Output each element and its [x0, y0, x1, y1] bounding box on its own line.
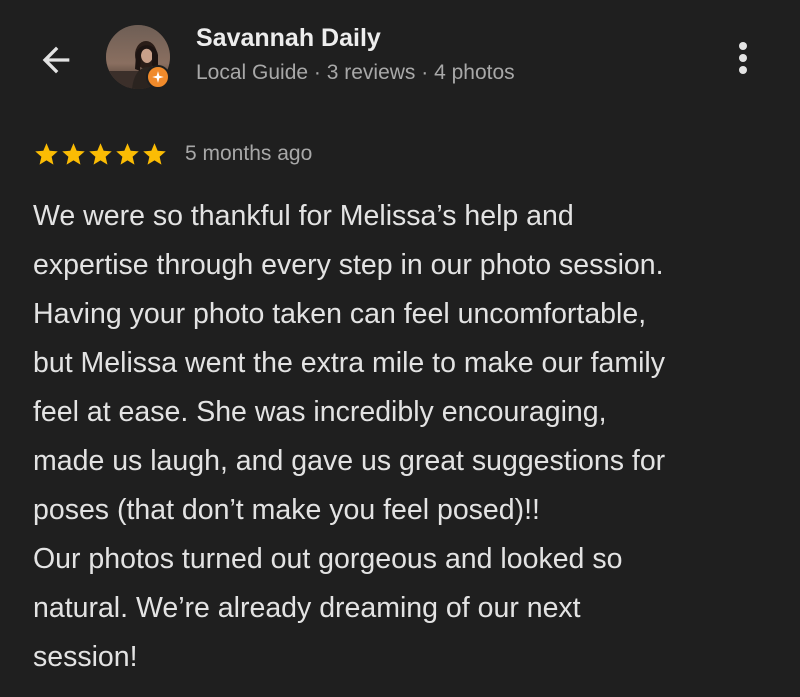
star-icon: [89, 142, 112, 165]
rating-row: 5 months ago: [33, 138, 312, 170]
review-time: 5 months ago: [185, 142, 313, 165]
more-vertical-icon: [739, 42, 747, 74]
local-guide-star-icon: [146, 65, 170, 89]
arrow-left-icon: [42, 46, 70, 74]
review-text: We were so thankful for Melissa’s help a…: [33, 192, 773, 682]
back-button[interactable]: [30, 36, 82, 84]
user-meta: Local Guide · 3 reviews · 4 photos: [196, 61, 515, 84]
review-text-line: but Melissa went the extra mile to make …: [33, 347, 665, 379]
star-icon: [116, 142, 139, 165]
review-text-line: Having your photo taken can feel uncomfo…: [33, 298, 647, 330]
review-text-line: natural. We’re already dreaming of our n…: [33, 592, 581, 624]
star-rating: [33, 141, 168, 168]
review-text-line: session!: [33, 641, 138, 673]
review-text-line: feel at ease. She was incredibly encoura…: [33, 396, 607, 428]
star-icon: [35, 142, 58, 165]
review-text-line: We were so thankful for Melissa’s help a…: [33, 200, 574, 232]
star-icon: [62, 142, 85, 165]
review-header: Savannah Daily Local Guide · 3 reviews ·…: [0, 0, 800, 120]
review-text-line: expertise through every step in our phot…: [33, 249, 664, 281]
more-options-button[interactable]: [722, 36, 764, 80]
review-text-line: made us laugh, and gave us great suggest…: [33, 445, 666, 477]
review-text-line: Our photos turned out gorgeous and looke…: [33, 543, 623, 575]
review-text-line: poses (that don’t make you feel posed)!!: [33, 494, 540, 526]
star-icon: [143, 142, 166, 165]
user-name[interactable]: Savannah Daily: [196, 24, 381, 53]
